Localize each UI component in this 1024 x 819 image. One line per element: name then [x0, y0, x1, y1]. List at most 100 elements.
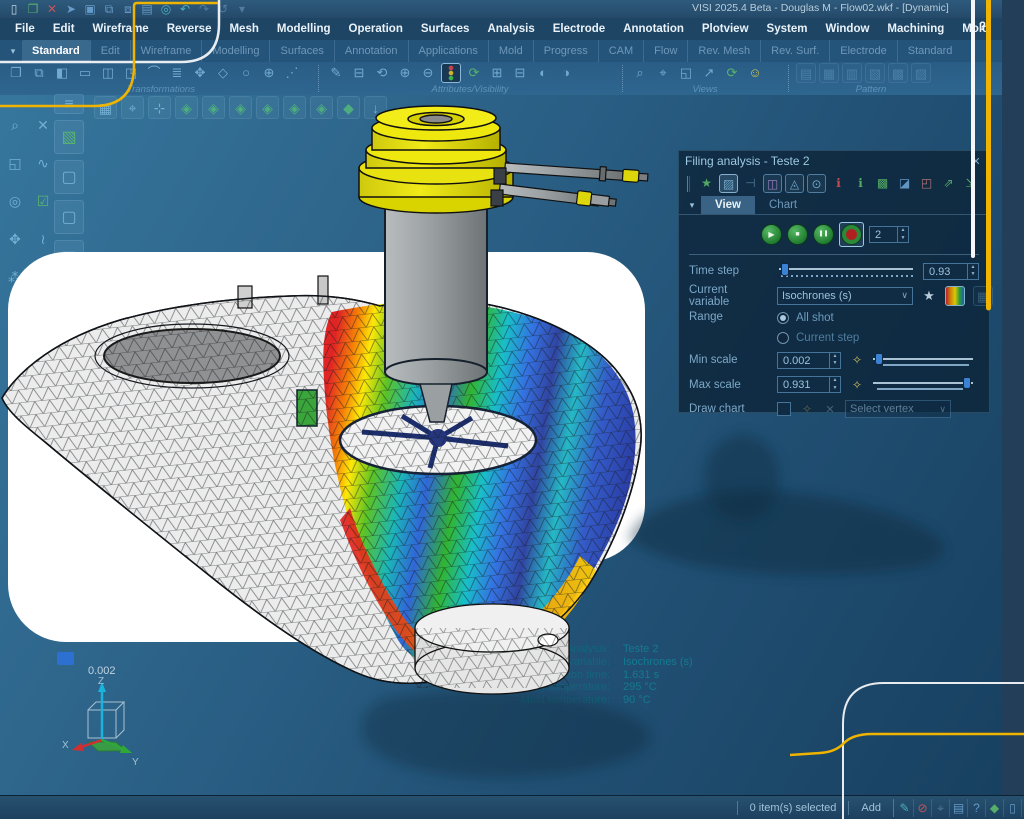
measure-icon[interactable]: ⋰ [282, 63, 302, 83]
workplane-icon[interactable]: ▦ [94, 96, 117, 119]
zoom-in-icon[interactable]: ↗ [699, 63, 719, 83]
redo-icon[interactable]: ↷ [196, 1, 212, 17]
cylinder-filled-icon[interactable]: ▣ [54, 240, 84, 274]
ribbon-tab-standard[interactable]: Standard [22, 40, 90, 62]
ribbon-tab-rev-mesh[interactable]: Rev. Mesh [687, 40, 760, 62]
menu-system[interactable]: System [758, 23, 817, 35]
no-entry-icon[interactable]: ⊘ [914, 799, 932, 817]
export-report-icon[interactable]: ⇲ [961, 174, 980, 193]
menu-mold[interactable]: Mold [953, 23, 998, 35]
spline-icon[interactable]: ≀ [32, 228, 54, 250]
solid-icon[interactable]: ◳ [121, 63, 141, 83]
new-file-icon[interactable]: ▯ [6, 1, 22, 17]
favorite-variable-icon[interactable]: ★ [921, 286, 937, 306]
save-all-icon[interactable]: ⧈ [120, 1, 136, 17]
pin-icon[interactable]: ⊣ [741, 174, 760, 193]
zoom-window-icon[interactable]: ⌖ [653, 63, 673, 83]
cone-solid-icon[interactable]: ▢ [54, 200, 84, 234]
refresh-view-icon[interactable]: ⟳ [464, 63, 484, 83]
close-icon[interactable]: ✕ [969, 155, 983, 168]
all-shot-radio[interactable] [777, 312, 789, 324]
pattern-circular-icon[interactable]: ▦ [819, 63, 839, 83]
edit-attributes-icon[interactable]: ✎ [326, 63, 346, 83]
menu-wireframe[interactable]: Wireframe [84, 23, 158, 35]
pattern-path-icon[interactable]: ▥ [842, 63, 862, 83]
capsule-icon[interactable]: ○ [236, 63, 256, 83]
move-icon[interactable]: ✥ [190, 63, 210, 83]
menu-reverse[interactable]: Reverse [158, 23, 221, 35]
select-vertex-dropdown[interactable]: Select vertex ∨ [845, 400, 951, 418]
cube-move-icon[interactable]: ◇ [213, 63, 233, 83]
auto-min-wand-icon[interactable]: ✧ [849, 353, 865, 367]
status-help-icon[interactable]: ? [968, 799, 986, 817]
panel-tab-caret-icon[interactable]: ▾ [683, 196, 701, 214]
axes-icon[interactable]: ⊹ [148, 96, 171, 119]
wire-cube-icon[interactable]: ◇ [32, 304, 54, 326]
menu-analysis[interactable]: Analysis [478, 23, 543, 35]
menu-modelling[interactable]: Modelling [268, 23, 340, 35]
current-variable-dropdown[interactable]: Isochrones (s) ∨ [777, 287, 913, 305]
curve-icon[interactable]: ∿ [32, 152, 54, 174]
time-step-slider[interactable] [777, 263, 915, 279]
record-button[interactable]: ● [841, 224, 862, 245]
add-button[interactable]: Add [848, 801, 893, 815]
visibility-check-icon[interactable]: ☑ [32, 190, 54, 212]
slider-handle[interactable] [781, 263, 789, 276]
time-step-field[interactable]: 0.93 ▲▼ [923, 263, 979, 280]
palette-icon[interactable]: ⊡ [4, 342, 26, 364]
ribbon-tab-surfaces[interactable]: Surfaces [269, 40, 333, 62]
ribbon-tab-applications[interactable]: Applications [408, 40, 488, 62]
undo-icon[interactable]: ↶ [177, 1, 193, 17]
refresh-small-icon[interactable]: ⟳ [8, 446, 28, 466]
tabrow-caret-icon[interactable]: ▾ [4, 40, 22, 62]
menu-mesh[interactable]: Mesh [220, 23, 267, 35]
ribbon-tab-electrode[interactable]: Electrode [829, 40, 896, 62]
view-cube-right-icon[interactable]: ◈ [310, 96, 333, 119]
zoom-pan-icon[interactable]: ⌕ [4, 114, 26, 136]
clipped-icon[interactable]: ▯ [1004, 799, 1022, 817]
pattern-free-icon[interactable]: ▨ [911, 63, 931, 83]
shading-smiley-icon[interactable]: ☺ [745, 63, 765, 83]
menu-operation[interactable]: Operation [340, 23, 412, 35]
view-cube-solid-icon[interactable]: ◆ [337, 96, 360, 119]
chart-result-icon[interactable]: ◪ [895, 174, 914, 193]
max-scale-slider[interactable] [873, 377, 973, 392]
ucs-icon[interactable]: ↓ [364, 96, 387, 119]
refresh-all-icon[interactable]: ⟳ [722, 63, 742, 83]
menu-window[interactable]: Window [816, 23, 878, 35]
delete-entity-icon[interactable]: ✕ [32, 114, 54, 136]
pattern-grid-icon[interactable]: ▩ [888, 63, 908, 83]
particles-icon[interactable]: ⊙ [807, 174, 826, 193]
tab-view[interactable]: View [701, 196, 755, 214]
frame-select-icon[interactable]: ◱ [4, 152, 26, 174]
blend-icon[interactable]: ◧ [52, 63, 72, 83]
tab-chart[interactable]: Chart [755, 196, 811, 214]
info-red-icon[interactable]: ℹ [829, 174, 848, 193]
ribbon-tab-rev-surf[interactable]: Rev. Surf. [760, 40, 829, 62]
visibility-traffic-icon[interactable] [441, 63, 461, 83]
pick-vertex-wand-icon[interactable]: ✧ [799, 402, 815, 416]
close-file-icon[interactable]: ✕ [44, 1, 60, 17]
ribbon-tab-cam[interactable]: CAM [598, 40, 643, 62]
probe-icon[interactable]: ⌖ [932, 799, 950, 817]
zoom-extents-icon[interactable]: ◱ [676, 63, 696, 83]
view-cube-top-icon[interactable]: ◈ [202, 96, 225, 119]
view-cube-left-icon[interactable]: ◈ [283, 96, 306, 119]
play-button[interactable]: ▶ [761, 224, 782, 245]
sketch-icon[interactable]: ✎ [32, 342, 54, 364]
color-scale-icon[interactable] [945, 286, 965, 306]
zoom-selected-icon[interactable]: ⌖ [121, 96, 144, 119]
delete-icon[interactable]: ⊟ [349, 63, 369, 83]
probe-cone-icon[interactable]: ◬ [785, 174, 804, 193]
ribbon-tab-mold[interactable]: Mold [488, 40, 533, 62]
flip-left-icon[interactable]: ◐ [533, 63, 553, 83]
info-green-icon[interactable]: ℹ [851, 174, 870, 193]
panel-header[interactable]: Filing analysis - Teste 2 ✕ [679, 151, 989, 171]
zoom-previous-icon[interactable]: ⌕ [630, 63, 650, 83]
pause-button[interactable]: ❚❚ [813, 224, 834, 245]
max-scale-spinner[interactable]: ▲▼ [829, 377, 840, 392]
hide-icon[interactable]: ⊖ [418, 63, 438, 83]
favorites-icon[interactable]: ★ [697, 174, 716, 193]
quickbar-caret-icon[interactable]: ▾ [234, 1, 250, 17]
view-cube-back-icon[interactable]: ◈ [256, 96, 279, 119]
